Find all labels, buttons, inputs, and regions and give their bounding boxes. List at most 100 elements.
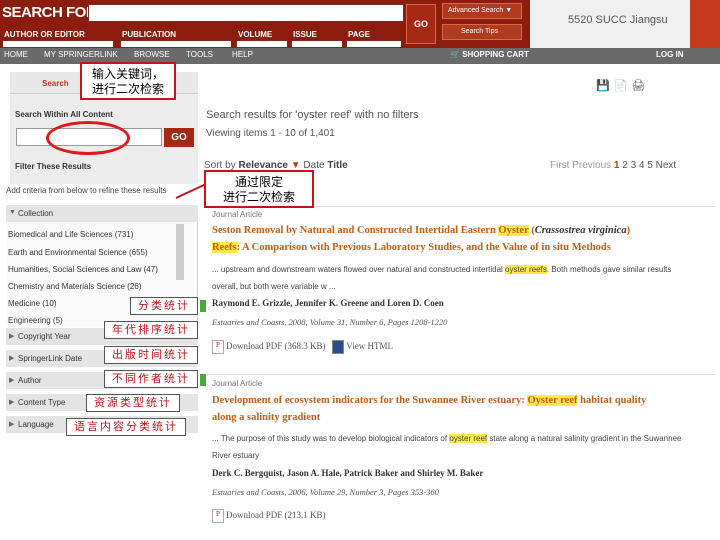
- callout-line: 进行二次检索: [91, 82, 164, 96]
- save-icon[interactable]: 💾: [596, 79, 610, 92]
- page-first[interactable]: First: [550, 160, 569, 171]
- stat-label-category: 分类统计: [130, 297, 198, 315]
- download-pdf-label: Download PDF (213.1 KB): [226, 510, 326, 521]
- expand-icon: ▶: [9, 333, 15, 340]
- result-tools: 💾 📄 🖨: [596, 76, 649, 94]
- collection-scrollbar[interactable]: [176, 224, 184, 280]
- header-edge: [690, 0, 720, 48]
- html-icon: [332, 340, 345, 354]
- login-link[interactable]: LOG IN: [656, 50, 684, 59]
- nav-tools[interactable]: TOOLS: [186, 50, 213, 59]
- title-text: Seston Removal by Natural and Constructe…: [212, 225, 499, 236]
- result-divider: [204, 374, 716, 375]
- snippet-text: ... The purpose of this study was to dev…: [212, 434, 450, 443]
- stat-label-type: 资源类型统计: [86, 394, 180, 412]
- stat-label-author: 不同作者统计: [104, 370, 198, 388]
- export-icon[interactable]: 📄: [614, 79, 628, 92]
- author-input[interactable]: [2, 40, 114, 48]
- collection-item[interactable]: Earth and Environmental Science (655): [8, 248, 148, 257]
- page-input[interactable]: [346, 40, 402, 48]
- search-tips-button[interactable]: Search Tips: [442, 24, 522, 40]
- title-text: habitat quality: [577, 395, 647, 406]
- snippet-text: River estuary: [212, 451, 260, 460]
- results-count: Viewing items 1 - 10 of 1,401: [206, 128, 335, 139]
- expand-icon: ▶: [9, 399, 15, 406]
- snippet-text: ... upstream and downstream waters flowe…: [212, 265, 506, 274]
- volume-input[interactable]: [236, 40, 288, 48]
- pdf-icon: P: [212, 340, 224, 354]
- nav-browse[interactable]: BROWSE: [134, 50, 170, 59]
- page-number[interactable]: 3: [631, 160, 637, 171]
- page-previous[interactable]: Previous: [572, 160, 611, 171]
- article-snippet: ... upstream and downstream waters flowe…: [212, 261, 708, 295]
- content-type-label: Journal Article: [212, 210, 263, 219]
- content-type-label: Journal Article: [212, 379, 263, 388]
- collection-item[interactable]: Medicine (10): [8, 299, 56, 308]
- page-number[interactable]: 2: [622, 160, 628, 171]
- nav-my-springerlink[interactable]: MY SPRINGERLINK: [44, 50, 118, 59]
- search-for-input[interactable]: [88, 4, 404, 22]
- title-highlight: Oyster: [498, 225, 529, 236]
- collection-item[interactable]: Biomedical and Life Sciences (731): [8, 230, 133, 239]
- volume-label: VOLUME: [238, 30, 273, 39]
- article-authors[interactable]: Raymond E. Grizzle, Jennifer K. Greene a…: [212, 298, 444, 308]
- article-snippet: ... The purpose of this study was to dev…: [212, 430, 708, 464]
- facet-copyright-year-label: Copyright Year: [18, 332, 71, 341]
- keyword-callout: 输入关键词， 进行二次检索: [80, 62, 176, 100]
- expand-icon: ▶: [9, 377, 15, 384]
- search-for-label: SEARCH FOR: [2, 4, 97, 21]
- page-number[interactable]: 4: [639, 160, 645, 171]
- page-current: 1: [613, 160, 620, 171]
- author-label: AUTHOR OR EDITOR: [4, 30, 85, 39]
- expand-icon: ▶: [9, 421, 15, 428]
- facet-springerlink-date-label: SpringerLink Date: [18, 354, 83, 363]
- article-authors[interactable]: Derk C. Bergquist, Jason A. Hale, Patric…: [212, 468, 483, 478]
- page-next[interactable]: Next: [656, 160, 677, 171]
- snippet-text: overall, but both were variable w ...: [212, 282, 336, 291]
- publication-label: PUBLICATION: [122, 30, 177, 39]
- download-pdf-link[interactable]: P Download PDF (368.3 KB) View HTML: [212, 340, 393, 354]
- collection-item[interactable]: Humanities, Social Sciences and Law (47): [8, 265, 158, 274]
- green-marker: [200, 374, 206, 386]
- page-number[interactable]: 5: [647, 160, 653, 171]
- sidebar-search-tab[interactable]: Search: [42, 79, 69, 88]
- facet-author-label: Author: [18, 376, 42, 385]
- article-journal[interactable]: Estuaries and Coasts, 2006, Volume 29, N…: [212, 487, 439, 497]
- issue-input[interactable]: [291, 40, 343, 48]
- green-marker: [200, 300, 206, 312]
- article-title-link[interactable]: Seston Removal by Natural and Constructe…: [212, 222, 702, 256]
- sort-title[interactable]: Title: [327, 160, 347, 171]
- article-journal[interactable]: Estuaries and Coasts, 2008, Volume 31, N…: [212, 317, 447, 327]
- advanced-search-button[interactable]: Advanced Search ▼: [442, 3, 522, 19]
- print-icon[interactable]: 🖨: [631, 79, 645, 92]
- results-title: Search results for 'oyster reef' with no…: [206, 109, 419, 121]
- collapse-icon: ▼: [9, 209, 16, 216]
- pagination: First Previous 1 2 3 4 5 Next: [550, 160, 676, 171]
- view-html-label[interactable]: View HTML: [346, 341, 393, 351]
- snippet-text: . Both methods gave similar results: [546, 265, 672, 274]
- collection-item[interactable]: Engineering (5): [8, 316, 63, 325]
- snippet-highlight: oyster reefs: [505, 265, 547, 274]
- download-pdf-link[interactable]: P Download PDF (213.1 KB): [212, 509, 326, 523]
- article-title-link[interactable]: Development of ecosystem indicators for …: [212, 392, 702, 426]
- cart-icon: 🛒: [450, 50, 460, 59]
- nav-help[interactable]: HELP: [232, 50, 253, 59]
- title-highlight: Oyster reef: [527, 395, 578, 406]
- advanced-search-label: Advanced Search: [448, 7, 504, 14]
- chevron-down-icon: ▼: [505, 7, 513, 14]
- header-go-button[interactable]: GO: [406, 4, 436, 44]
- nav-home[interactable]: HOME: [4, 50, 28, 59]
- download-pdf-label: Download PDF (368.3 KB): [226, 341, 326, 352]
- title-species: Crassostrea virginica: [534, 225, 627, 236]
- shopping-cart-link[interactable]: 🛒 SHOPPING CART: [450, 50, 529, 59]
- stat-label-date: 出版时间统计: [104, 346, 198, 364]
- callout-line: 通过限定: [234, 175, 283, 189]
- title-text: ): [626, 225, 631, 236]
- stat-label-year: 年代排序统计: [104, 321, 198, 339]
- collection-item[interactable]: Chemistry and Materials Science (26): [8, 282, 141, 291]
- title-text: : A Comparison with Previous Laboratory …: [236, 242, 611, 253]
- publication-input[interactable]: [120, 40, 232, 48]
- stat-label-language: 语言内容分类统计: [66, 418, 186, 436]
- limit-callout: 通过限定 进行二次检索: [204, 170, 314, 208]
- search-within-go-button[interactable]: GO: [164, 128, 194, 147]
